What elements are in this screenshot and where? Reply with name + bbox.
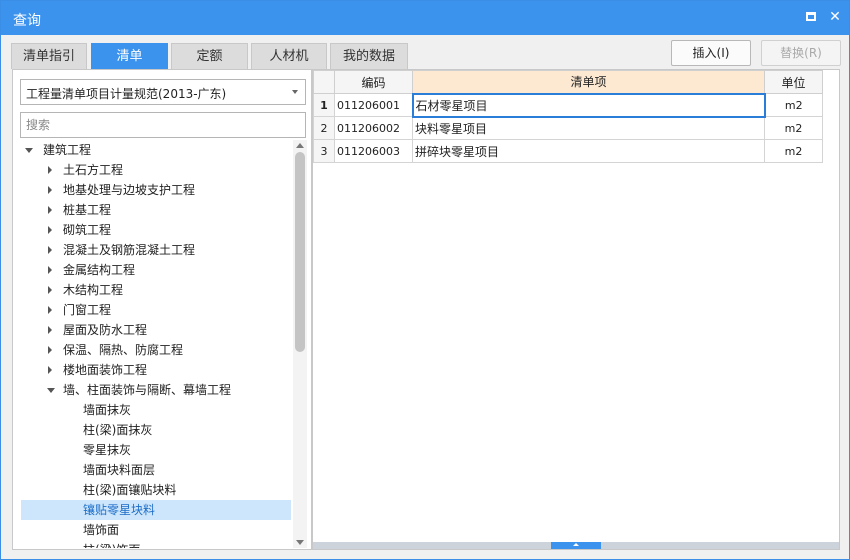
collapsed-arrow-icon	[48, 346, 52, 354]
title-bar: 查询 ✕	[1, 1, 849, 35]
category-tree: 建筑工程 土石方工程 地基处理与边坡支护工程 桩基工程 砌筑工程 混凝土及钢筋混…	[13, 140, 291, 548]
expanded-arrow-icon	[47, 388, 55, 393]
chevron-down-icon	[292, 90, 298, 94]
scroll-up-icon[interactable]	[296, 143, 304, 148]
maximize-icon[interactable]	[802, 8, 820, 26]
table-row[interactable]: 1 011206001 石材零星项目 m2	[313, 92, 823, 118]
table-row[interactable]: 3 011206003 拼碎块零星项目 m2	[313, 139, 823, 163]
tree-item[interactable]: 砌筑工程	[21, 220, 291, 240]
caret-up-icon	[573, 543, 579, 546]
tree-leaf[interactable]: 柱(梁)面镶贴块料	[21, 480, 291, 500]
replace-button[interactable]: 替换(R)	[761, 40, 841, 66]
tree-item-expanded[interactable]: 墙、柱面装饰与隔断、幕墙工程	[21, 380, 291, 400]
row-number: 2	[313, 116, 335, 140]
collapsed-arrow-icon	[48, 306, 52, 314]
tab-dinge[interactable]: 定额	[171, 43, 248, 69]
insert-button[interactable]: 插入(I)	[671, 40, 751, 66]
results-table: 编码 清单项 单位 1 011206001 石材零星项目 m2 2 011206…	[313, 70, 823, 163]
name-cell[interactable]: 块料零星项目	[412, 116, 765, 140]
close-icon[interactable]: ✕	[826, 8, 844, 26]
row-number: 3	[313, 139, 335, 163]
collapsed-arrow-icon	[48, 166, 52, 174]
tree-item[interactable]: 保温、隔热、防腐工程	[21, 340, 291, 360]
window-title: 查询	[13, 13, 41, 29]
tree-root[interactable]: 建筑工程	[21, 140, 291, 160]
tree-item[interactable]: 屋面及防水工程	[21, 320, 291, 340]
code-cell[interactable]: 011206003	[334, 139, 413, 163]
collapsed-arrow-icon	[48, 326, 52, 334]
tree-item[interactable]: 金属结构工程	[21, 260, 291, 280]
tree-leaf[interactable]: 墙面块料面层	[21, 460, 291, 480]
query-window: 查询 ✕ 清单指引 清单 定额 人材机 我的数据 插入(I) 替换(R) 工程量…	[0, 0, 850, 560]
rownum-header	[313, 70, 335, 94]
tree-item[interactable]: 木结构工程	[21, 280, 291, 300]
collapsed-arrow-icon	[48, 266, 52, 274]
unit-cell[interactable]: m2	[764, 116, 823, 140]
row-number: 1	[313, 93, 335, 117]
collapsed-arrow-icon	[48, 246, 52, 254]
collapsed-arrow-icon	[48, 206, 52, 214]
name-cell[interactable]: 拼碎块零星项目	[412, 139, 765, 163]
spec-select[interactable]: 工程量清单项目计量规范(2013-广东)	[20, 79, 306, 105]
table-header-row: 编码 清单项 单位	[313, 70, 823, 94]
tab-qingdan-zhiyin[interactable]: 清单指引	[11, 43, 87, 69]
splitter-handle[interactable]	[551, 542, 601, 549]
tree-item[interactable]: 地基处理与边坡支护工程	[21, 180, 291, 200]
unit-cell[interactable]: m2	[764, 139, 823, 163]
tab-rencaiji[interactable]: 人材机	[251, 43, 327, 69]
search-input[interactable]	[20, 112, 306, 138]
spec-select-value: 工程量清单项目计量规范(2013-广东)	[26, 87, 227, 101]
scroll-thumb[interactable]	[295, 152, 305, 352]
unit-cell[interactable]: m2	[764, 93, 823, 117]
tree-scrollbar[interactable]	[293, 140, 307, 548]
tree-item[interactable]: 楼地面装饰工程	[21, 360, 291, 380]
scroll-down-icon[interactable]	[296, 540, 304, 545]
name-header[interactable]: 清单项	[412, 70, 765, 94]
right-panel: 编码 清单项 单位 1 011206001 石材零星项目 m2 2 011206…	[312, 69, 840, 550]
tree-item[interactable]: 门窗工程	[21, 300, 291, 320]
tree-leaf[interactable]: 柱(梁)饰面	[21, 540, 291, 548]
name-cell[interactable]: 石材零星项目	[411, 92, 766, 118]
tree-leaf-selected[interactable]: 镶贴零星块料	[21, 500, 291, 520]
expanded-arrow-icon	[25, 148, 33, 153]
tree-item[interactable]: 桩基工程	[21, 200, 291, 220]
tree-leaf[interactable]: 零星抹灰	[21, 440, 291, 460]
tab-my-data[interactable]: 我的数据	[330, 43, 408, 69]
unit-header[interactable]: 单位	[764, 70, 823, 94]
tree-leaf[interactable]: 柱(梁)面抹灰	[21, 420, 291, 440]
splitter-bar[interactable]	[313, 542, 839, 549]
table-row[interactable]: 2 011206002 块料零星项目 m2	[313, 116, 823, 140]
code-header[interactable]: 编码	[334, 70, 413, 94]
tree-item[interactable]: 土石方工程	[21, 160, 291, 180]
tab-qingdan[interactable]: 清单	[91, 43, 168, 69]
tree-leaf[interactable]: 墙饰面	[21, 520, 291, 540]
left-panel: 工程量清单项目计量规范(2013-广东) 建筑工程 土石方工程 地基处理与边坡支…	[12, 69, 312, 550]
collapsed-arrow-icon	[48, 226, 52, 234]
code-cell[interactable]: 011206002	[334, 116, 413, 140]
collapsed-arrow-icon	[48, 286, 52, 294]
collapsed-arrow-icon	[48, 366, 52, 374]
code-cell[interactable]: 011206001	[334, 93, 413, 117]
tree-leaf[interactable]: 墙面抹灰	[21, 400, 291, 420]
collapsed-arrow-icon	[48, 186, 52, 194]
tree-item[interactable]: 混凝土及钢筋混凝土工程	[21, 240, 291, 260]
